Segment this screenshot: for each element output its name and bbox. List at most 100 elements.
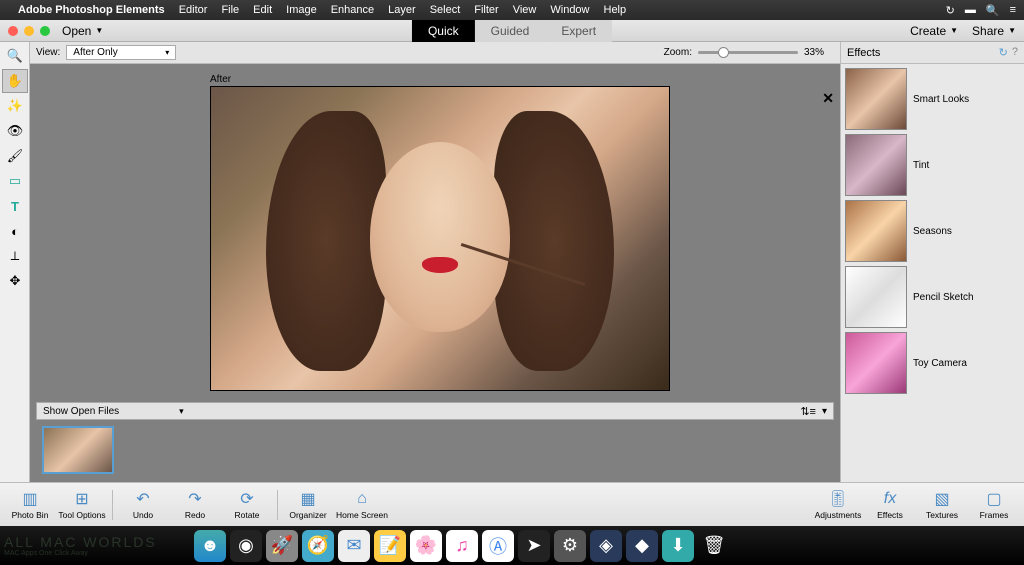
mode-tabs: Quick Guided Expert bbox=[412, 20, 612, 42]
zoom-window-button[interactable] bbox=[40, 26, 50, 36]
crop-tool[interactable]: ⟂ bbox=[2, 244, 28, 268]
zoom-slider-thumb[interactable] bbox=[718, 47, 729, 58]
divider bbox=[277, 490, 278, 520]
menu-file[interactable]: File bbox=[221, 4, 239, 16]
sort-icon[interactable]: ⇅≡ bbox=[800, 405, 816, 418]
tool-options-icon: ⊞ bbox=[75, 489, 88, 509]
create-menu-button[interactable]: Create ▼ bbox=[910, 24, 958, 38]
macos-menubar: Adobe Photoshop Elements Editor File Edi… bbox=[0, 0, 1024, 20]
trash-icon[interactable]: 🗑 bbox=[698, 530, 730, 562]
rotate-icon: ⟳ bbox=[240, 489, 253, 509]
chevron-down-icon: ▾ bbox=[179, 406, 184, 417]
appstore-icon[interactable]: Ⓐ bbox=[482, 530, 514, 562]
effects-button[interactable]: fx Effects bbox=[866, 489, 914, 520]
effect-toy-camera[interactable]: Toy Camera bbox=[845, 332, 1020, 394]
effect-thumbnail bbox=[845, 266, 907, 328]
share-menu-button[interactable]: Share ▼ bbox=[972, 24, 1016, 38]
undo-button[interactable]: ↶ Undo bbox=[119, 489, 167, 520]
photo-bin-button[interactable]: ▥ Photo Bin bbox=[6, 489, 54, 520]
frames-button[interactable]: ▢ Frames bbox=[970, 489, 1018, 520]
menu-select[interactable]: Select bbox=[430, 4, 461, 16]
view-select[interactable]: After Only ▾ bbox=[66, 45, 176, 60]
menu-help[interactable]: Help bbox=[604, 4, 627, 16]
adjustments-icon: 🎚 bbox=[828, 489, 848, 509]
watermark-line2: MAC Apps One Click Away bbox=[4, 550, 184, 557]
center-column: View: After Only ▾ Zoom: 33% ✕ After bbox=[30, 42, 840, 482]
home-screen-button[interactable]: ⌂ Home Screen bbox=[336, 489, 388, 520]
downloads-icon[interactable]: ⬇ bbox=[662, 530, 694, 562]
rotate-button[interactable]: ⟳ Rotate bbox=[223, 489, 271, 520]
notes-icon[interactable]: 📝 bbox=[374, 530, 406, 562]
redo-button[interactable]: ↷ Redo bbox=[171, 489, 219, 520]
effect-thumbnail bbox=[845, 200, 907, 262]
close-window-button[interactable] bbox=[8, 26, 18, 36]
organizer-button[interactable]: ▦ Organizer bbox=[284, 489, 332, 520]
textures-button[interactable]: ▧ Textures bbox=[918, 489, 966, 520]
menu-filter[interactable]: Filter bbox=[474, 4, 498, 16]
tab-expert[interactable]: Expert bbox=[545, 20, 612, 42]
reset-icon[interactable]: ↻ bbox=[999, 46, 1008, 59]
textures-icon: ▧ bbox=[934, 489, 949, 509]
hand-tool[interactable]: ✋ bbox=[2, 69, 28, 93]
home-icon: ⌂ bbox=[357, 489, 367, 509]
list-icon[interactable]: ≡ bbox=[1010, 4, 1016, 16]
open-menu-button[interactable]: Open ▼ bbox=[62, 24, 103, 38]
finder-icon[interactable]: ☻ bbox=[194, 530, 226, 562]
itunes-icon[interactable]: ♫ bbox=[446, 530, 478, 562]
open-files-dropdown[interactable]: Show Open Files ▾ ⇅≡ ▾ bbox=[36, 402, 834, 420]
menu-layer[interactable]: Layer bbox=[388, 4, 416, 16]
effect-tint[interactable]: Tint bbox=[845, 134, 1020, 196]
adjustments-button[interactable]: 🎚 Adjustments bbox=[814, 489, 862, 520]
safari-icon[interactable]: 🧭 bbox=[302, 530, 334, 562]
move-tool[interactable]: ✥ bbox=[2, 269, 28, 293]
preferences-icon[interactable]: ⚙ bbox=[554, 530, 586, 562]
minimize-window-button[interactable] bbox=[24, 26, 34, 36]
quick-select-tool[interactable]: ✨ bbox=[2, 94, 28, 118]
photo-thumbnail[interactable] bbox=[42, 426, 114, 474]
menu-edit[interactable]: Edit bbox=[253, 4, 272, 16]
search-icon[interactable]: 🔍 bbox=[986, 4, 1000, 17]
effect-thumbnail bbox=[845, 332, 907, 394]
redeye-tool[interactable]: 👁 bbox=[2, 119, 28, 143]
pse-organizer-icon[interactable]: ◈ bbox=[590, 530, 622, 562]
launchpad-icon[interactable]: 🚀 bbox=[266, 530, 298, 562]
menu-window[interactable]: Window bbox=[550, 4, 589, 16]
frames-label: Frames bbox=[980, 510, 1009, 520]
close-document-button[interactable]: ✕ bbox=[822, 90, 834, 107]
bottom-toolbar: ▥ Photo Bin ⊞ Tool Options ↶ Undo ↷ Redo… bbox=[0, 482, 1024, 526]
cloud-sync-icon[interactable]: ↻ bbox=[946, 4, 955, 17]
flag-icon[interactable]: ▬ bbox=[965, 4, 976, 16]
photos-icon[interactable]: 🌸 bbox=[410, 530, 442, 562]
menu-editor[interactable]: Editor bbox=[179, 4, 208, 16]
tab-guided[interactable]: Guided bbox=[475, 20, 546, 42]
open-files-label: Show Open Files bbox=[43, 406, 119, 417]
zoom-tool[interactable]: 🔍 bbox=[2, 44, 28, 68]
mail-icon[interactable]: ✉ bbox=[338, 530, 370, 562]
pse-editor-icon[interactable]: ◆ bbox=[626, 530, 658, 562]
effect-pencil-sketch[interactable]: Pencil Sketch bbox=[845, 266, 1020, 328]
tool-options-label: Tool Options bbox=[58, 510, 105, 520]
tool-options-button[interactable]: ⊞ Tool Options bbox=[58, 489, 106, 520]
frames-icon: ▢ bbox=[986, 489, 1001, 509]
effects-label: Effects bbox=[877, 510, 903, 520]
straighten-tool[interactable]: ▭ bbox=[2, 169, 28, 193]
redo-label: Redo bbox=[185, 510, 205, 520]
whiten-teeth-tool[interactable]: 🖌 bbox=[2, 144, 28, 168]
canvas-image[interactable] bbox=[210, 86, 670, 391]
chevron-down-icon[interactable]: ▾ bbox=[822, 406, 827, 417]
terminal-icon[interactable]: ➤ bbox=[518, 530, 550, 562]
spot-heal-tool[interactable]: ◐ bbox=[2, 219, 28, 243]
effect-thumbnail bbox=[845, 134, 907, 196]
help-icon[interactable]: ? bbox=[1012, 46, 1018, 59]
siri-icon[interactable]: ◉ bbox=[230, 530, 262, 562]
tab-quick[interactable]: Quick bbox=[412, 20, 475, 42]
zoom-slider[interactable] bbox=[698, 51, 798, 54]
menu-enhance[interactable]: Enhance bbox=[331, 4, 374, 16]
menu-view[interactable]: View bbox=[513, 4, 537, 16]
type-tool[interactable]: T bbox=[2, 194, 28, 218]
menu-image[interactable]: Image bbox=[286, 4, 317, 16]
effect-smart-looks[interactable]: Smart Looks bbox=[845, 68, 1020, 130]
canvas-area: ✕ After bbox=[30, 64, 840, 398]
effects-list: Smart Looks Tint Seasons Pencil Sketch T… bbox=[841, 64, 1024, 482]
effect-seasons[interactable]: Seasons bbox=[845, 200, 1020, 262]
